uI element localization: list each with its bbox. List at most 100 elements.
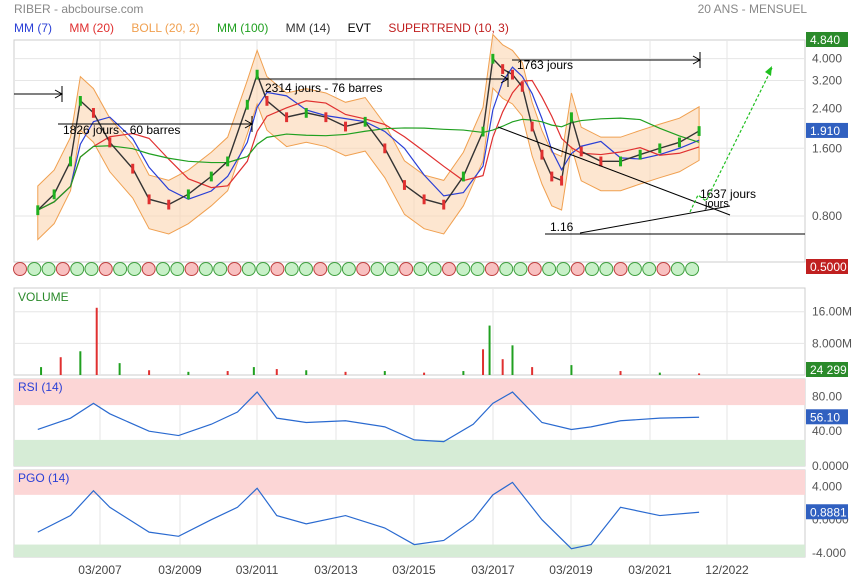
signal-marker — [499, 262, 514, 276]
signal-marker — [642, 262, 657, 276]
volume-bar — [570, 365, 573, 375]
signal-marker — [685, 262, 700, 276]
y-tick-label: 0.0000 — [812, 459, 849, 473]
signal-marker — [370, 262, 385, 276]
price-candle — [69, 156, 73, 167]
rsi-title: RSI (14) — [18, 380, 63, 394]
signal-marker — [585, 262, 599, 276]
signal-marker — [327, 262, 342, 276]
pgo-overbought-zone — [14, 470, 805, 495]
signal-marker — [213, 262, 228, 276]
price-candle — [245, 99, 249, 110]
volume-bar — [698, 373, 701, 375]
signal-marker — [127, 262, 142, 276]
signal-marker — [527, 262, 542, 276]
price-tag-high: 4.840 — [810, 33, 840, 47]
volume-title: VOLUME — [18, 290, 69, 304]
volume-bar — [423, 372, 426, 375]
volume-bar — [482, 349, 485, 375]
signal-marker — [241, 262, 256, 276]
signal-marker — [442, 262, 456, 276]
signal-marker — [84, 262, 99, 276]
y-tick-label: 4.000 — [812, 52, 842, 66]
volume-bar — [305, 370, 308, 375]
price-candle — [442, 199, 446, 210]
volume-bar — [187, 371, 190, 375]
y-tick-label: 1.600 — [812, 141, 842, 155]
signal-marker — [41, 262, 56, 276]
price-candle — [422, 194, 426, 205]
price-candle — [108, 137, 112, 148]
chart-canvas: 03/2007 03/2009 03/2011 03/2013 03/2015 03/20… — [13, 32, 852, 577]
volume-bar — [59, 357, 62, 375]
volume-bar — [252, 367, 255, 375]
x-tick-label: 12/2022 — [705, 563, 749, 577]
signal-marker — [270, 262, 285, 276]
signal-marker — [313, 262, 328, 276]
signal-marker — [184, 262, 199, 276]
price-tag-last: 1.910 — [810, 124, 840, 138]
signal-marker — [356, 262, 371, 276]
indicator-legend: MM (7) MM (20) BOLL (20, 2) MM (100) MM … — [14, 21, 523, 35]
price-candle — [167, 199, 171, 210]
price-candle — [209, 171, 213, 182]
x-tick-label: 03/2011 — [236, 563, 279, 577]
price-candle — [579, 146, 583, 157]
volume-bar — [383, 371, 386, 375]
price-candle — [569, 112, 573, 123]
price-candle — [131, 163, 135, 174]
legend-mm20: MM (20) — [69, 21, 115, 35]
volume-bar — [118, 363, 121, 375]
signal-marker — [670, 262, 685, 276]
volume-bar — [531, 367, 534, 375]
price-candle — [520, 82, 524, 92]
y-tick-label: 40.00 — [812, 424, 842, 438]
volume-bar — [488, 325, 491, 375]
price-candle — [638, 149, 642, 160]
volume-bar — [226, 371, 229, 375]
y-tick-label: 0.800 — [812, 209, 842, 223]
pgo-last-label: 0.8881 — [810, 505, 847, 519]
y-tick-label: 2.400 — [812, 102, 842, 116]
price-candle — [550, 171, 554, 182]
volume-last-label: 24 299 — [810, 363, 847, 377]
signal-marker — [484, 262, 499, 276]
signal-marker — [613, 262, 628, 276]
price-candle — [658, 143, 662, 154]
price-candle — [265, 95, 269, 106]
signal-marker — [427, 262, 442, 276]
y-tick-label: 8.000M — [812, 336, 852, 350]
chart-source-title: RIBER - abcbourse.com — [14, 2, 144, 16]
legend-mm14: MM (14) — [285, 21, 331, 35]
volume-bar — [501, 359, 504, 375]
y-tick-label: -4.000 — [812, 546, 846, 560]
signal-marker — [627, 262, 642, 276]
price-candle — [540, 149, 544, 160]
signal-marker — [413, 262, 428, 276]
volume-bar — [275, 369, 278, 375]
x-tick-label: 03/2019 — [549, 563, 593, 577]
price-candle — [402, 180, 406, 190]
y-tick-label: 16.00M — [812, 305, 852, 319]
chart-period: 20 ANS - MENSUEL — [697, 2, 807, 16]
signal-marker — [70, 262, 85, 276]
x-tick-label: 03/2015 — [392, 563, 436, 577]
volume-bar — [658, 372, 661, 375]
signal-marker — [55, 262, 70, 276]
price-candle — [560, 175, 564, 186]
annotation-cycle-2: 2314 jours - 76 barres — [265, 81, 382, 95]
legend-supertrend: SUPERTREND (10, 3) — [388, 21, 509, 35]
legend-mm100: MM (100) — [216, 21, 269, 35]
price-candle — [226, 156, 230, 167]
signal-marker — [513, 262, 528, 276]
x-tick-label: 03/2009 — [158, 563, 202, 577]
volume-bar — [344, 371, 347, 375]
signal-marker — [556, 262, 571, 276]
signal-marker — [256, 262, 271, 276]
volume-bar — [148, 370, 151, 375]
rsi-last-label: 56.10 — [810, 410, 840, 424]
annotation-low-value: 1.16 — [550, 220, 574, 234]
volume-bar — [462, 371, 465, 375]
x-tick-label: 03/2013 — [314, 563, 358, 577]
volume-bar — [79, 351, 82, 375]
